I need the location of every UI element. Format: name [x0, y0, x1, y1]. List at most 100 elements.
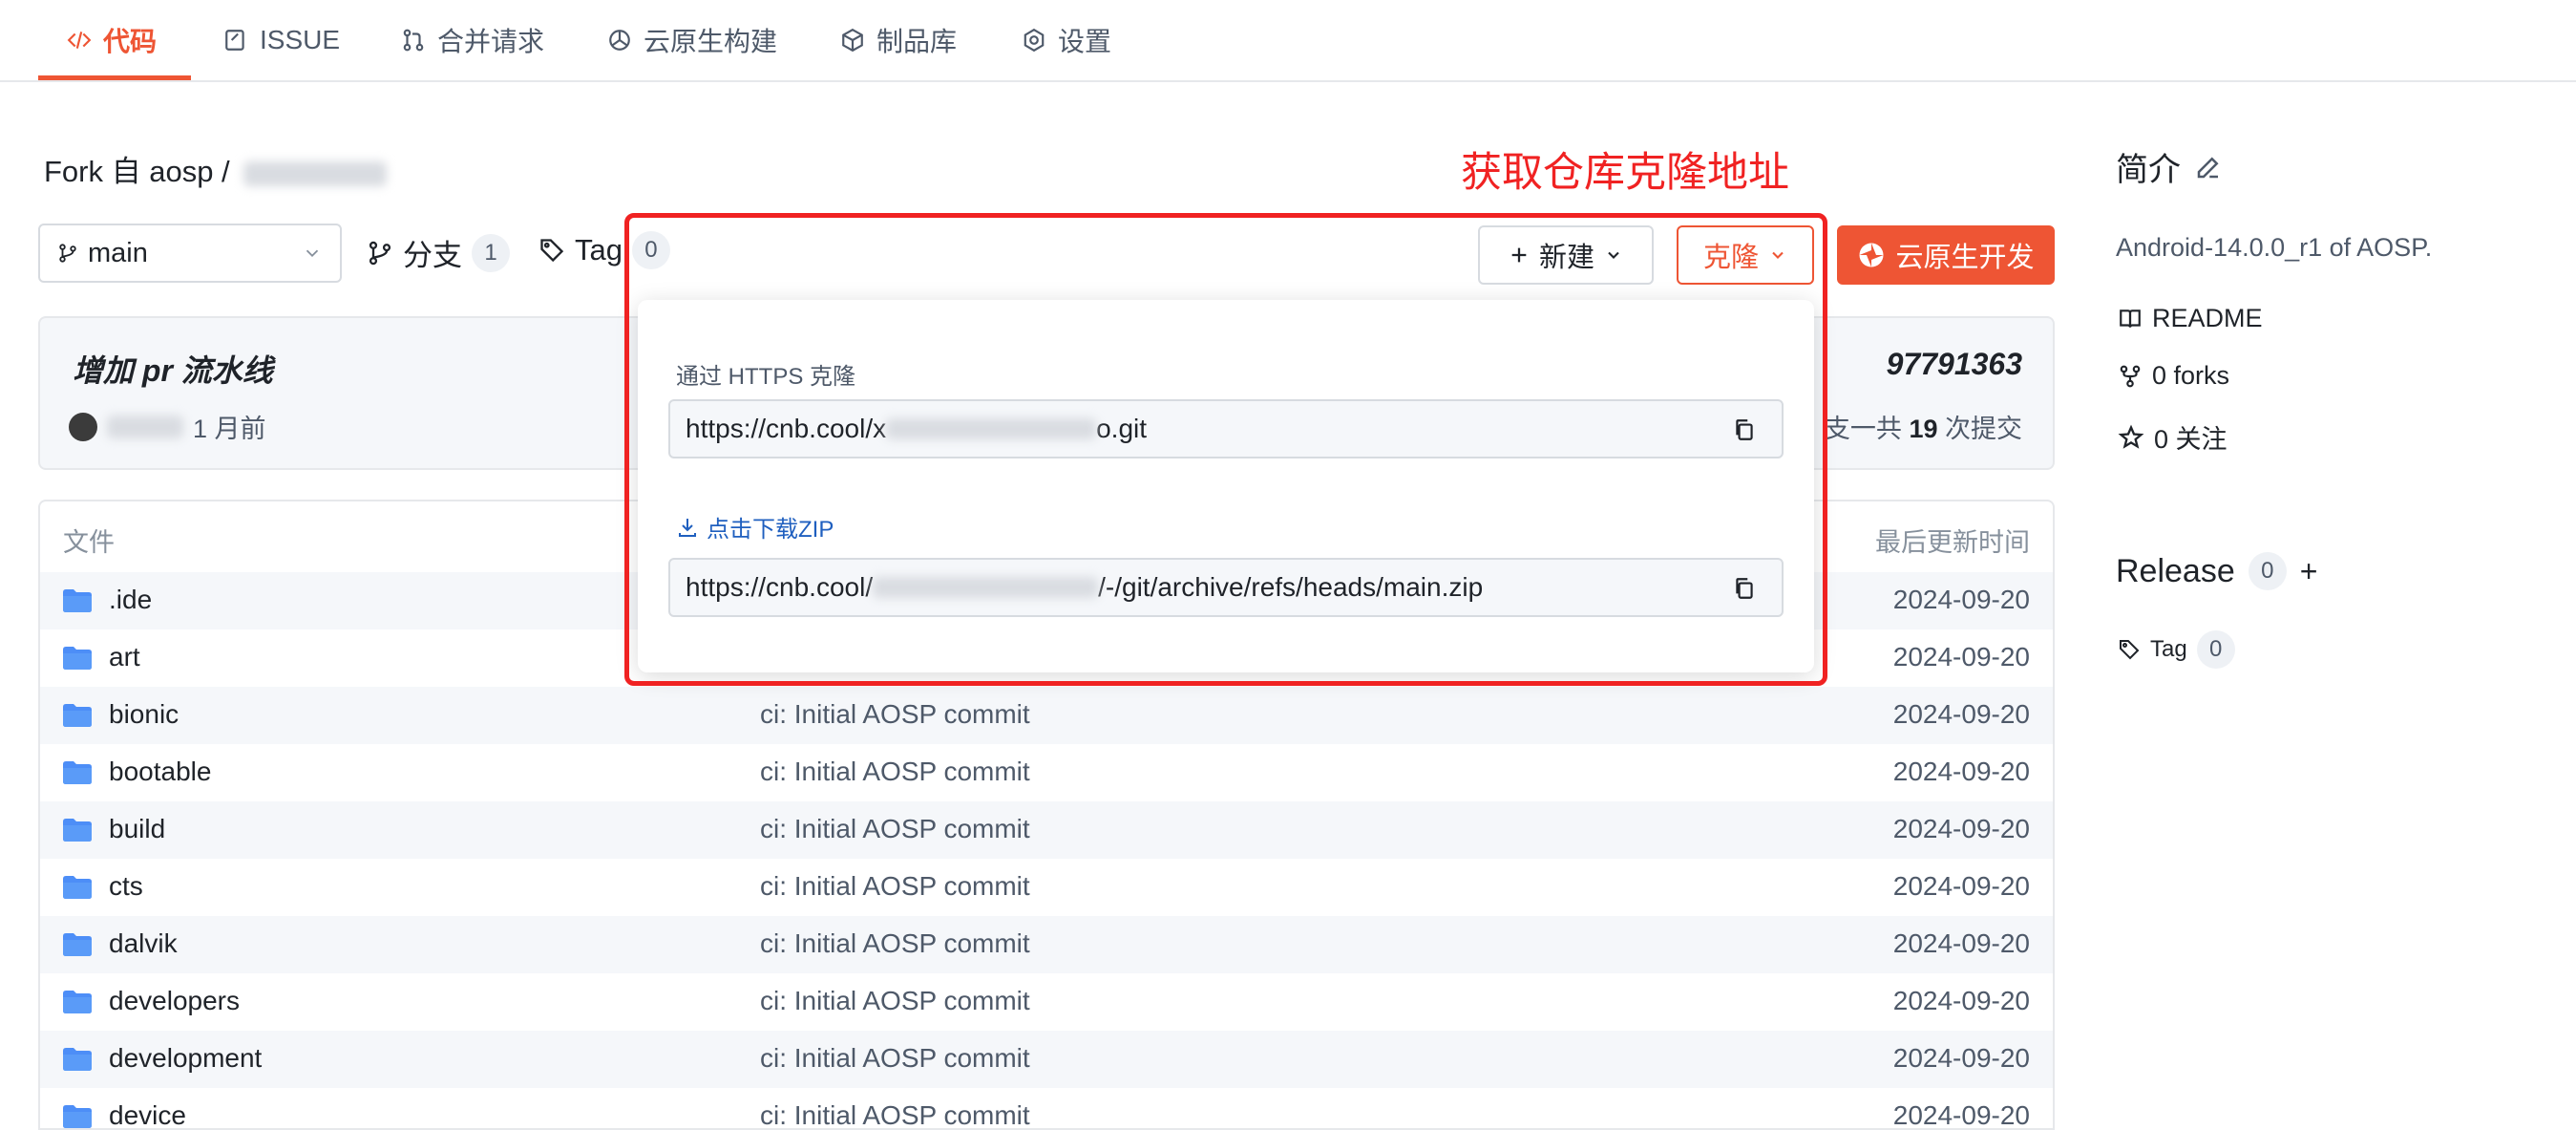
fork-prefix: Fork 自 aosp /: [44, 155, 230, 188]
file-name[interactable]: developers: [109, 986, 240, 1016]
file-name[interactable]: bionic: [109, 699, 179, 730]
cloud-dev-icon: [1859, 243, 1884, 267]
commit-message[interactable]: ci: Initial AOSP commit: [760, 871, 1030, 902]
redacted-repo-name: [243, 160, 388, 186]
folder-icon: [63, 1105, 92, 1128]
release-heading: Release 0 +: [2116, 552, 2317, 590]
tags-count: 0: [631, 231, 670, 269]
column-header-time: 最后更新时间: [1875, 528, 2030, 557]
file-name[interactable]: .ide: [109, 585, 152, 615]
table-row[interactable]: bootable ci: Initial AOSP commit 2024-09-2…: [40, 744, 2053, 801]
repo-tab-bar: 代码 ISSUE 合并请求 云原生构建 制品库 设置: [0, 0, 2576, 82]
download-zip-label: 点击下载ZIP: [707, 517, 834, 543]
https-clone-label: 通过 HTTPS 克隆: [676, 364, 856, 390]
file-name[interactable]: development: [109, 1043, 262, 1074]
tags-sidebar-link[interactable]: Tag 0: [2118, 630, 2235, 669]
branches-label: 分支: [403, 239, 462, 272]
commit-count[interactable]: 支一共 19 次提交: [1825, 408, 2022, 445]
tab-code[interactable]: 代码: [67, 0, 157, 80]
file-name[interactable]: art: [109, 642, 140, 672]
forks-label: 0 forks: [2152, 361, 2230, 390]
commit-message[interactable]: ci: Initial AOSP commit: [760, 757, 1030, 787]
column-header-name: 文件: [63, 528, 115, 557]
new-button[interactable]: 新建: [1478, 225, 1654, 285]
commit-message[interactable]: ci: Initial AOSP commit: [760, 928, 1030, 959]
tab-label: 云原生构建: [644, 27, 778, 56]
commit-count-number: 19: [1909, 415, 1938, 443]
https-url-field[interactable]: https://cnb.cool/x o.git: [668, 399, 1784, 458]
tags-label: Tag: [575, 233, 623, 267]
zip-url-field[interactable]: https://cnb.cool/ /-/git/archive/refs/he…: [668, 558, 1784, 617]
tab-label: 制品库: [876, 27, 958, 56]
commit-hash[interactable]: 97791363: [1887, 347, 2022, 382]
commit-message[interactable]: ci: Initial AOSP commit: [760, 699, 1030, 730]
table-row[interactable]: build ci: Initial AOSP commit 2024-09-20: [40, 801, 2053, 859]
commit-count-suffix: 次提交: [1945, 415, 2022, 443]
watch-label: 0 关注: [2154, 425, 2228, 454]
table-row[interactable]: cts ci: Initial AOSP commit 2024-09-20: [40, 859, 2053, 916]
tab-label: 设置: [1058, 27, 1112, 56]
tab-issue[interactable]: ISSUE: [223, 0, 340, 80]
updated-time: 2024-09-20: [1892, 642, 2030, 672]
tab-label: 代码: [103, 27, 158, 56]
zip-url-end: /-/git/archive/refs/heads/main.zip: [1098, 572, 1484, 602]
copy-icon[interactable]: [1732, 575, 1757, 602]
readme-label: README: [2152, 304, 2263, 332]
updated-time: 2024-09-20: [1892, 585, 2030, 614]
branch-select[interactable]: main: [38, 224, 342, 283]
table-row[interactable]: developers ci: Initial AOSP commit 2024-09…: [40, 973, 2053, 1031]
file-name[interactable]: dalvik: [109, 928, 178, 959]
issue-icon: [225, 30, 244, 51]
file-name[interactable]: bootable: [109, 757, 211, 787]
commit-message[interactable]: ci: Initial AOSP commit: [760, 814, 1030, 844]
merge-request-icon: [403, 29, 424, 52]
repo-path: Fork 自 aosp /: [44, 147, 388, 190]
commit-message[interactable]: 增加 pr 流水线: [73, 347, 273, 391]
settings-icon: [1024, 28, 1045, 53]
tag-icon: [540, 239, 564, 263]
tab-label: 合并请求: [437, 27, 545, 56]
fork-icon: [2120, 365, 2141, 387]
tag-icon: [2120, 640, 2140, 660]
tab-cloud-build[interactable]: 云原生构建: [607, 0, 777, 80]
book-icon: [2120, 309, 2141, 328]
file-name[interactable]: device: [109, 1100, 186, 1128]
table-row[interactable]: device ci: Initial AOSP commit 2024-09-20: [40, 1088, 2053, 1128]
commit-message[interactable]: ci: Initial AOSP commit: [760, 986, 1030, 1016]
commit-message[interactable]: ci: Initial AOSP commit: [760, 1043, 1030, 1074]
table-row[interactable]: dalvik ci: Initial AOSP commit 2024-09-20: [40, 916, 2053, 973]
commit-message[interactable]: ci: Initial AOSP commit: [760, 1100, 1030, 1128]
clone-button[interactable]: 克隆: [1677, 225, 1814, 285]
tags-link[interactable]: Tag 0: [538, 231, 670, 269]
folder-icon: [63, 761, 92, 784]
file-name[interactable]: build: [109, 814, 165, 844]
tab-packages[interactable]: 制品库: [840, 0, 957, 80]
copy-icon[interactable]: [1732, 416, 1757, 443]
package-icon: [842, 28, 863, 53]
edit-icon[interactable]: [2194, 153, 2223, 181]
readme-link[interactable]: README: [2118, 304, 2263, 333]
intro-title: 简介: [2116, 152, 2181, 188]
repo-description: Android-14.0.0_r1 of AOSP.: [2116, 233, 2433, 262]
forks-link[interactable]: 0 forks: [2118, 361, 2229, 391]
folder-icon: [63, 876, 92, 899]
redacted-path: [886, 418, 1097, 439]
watch-link[interactable]: 0 关注: [2118, 418, 2228, 456]
table-row[interactable]: bionic ci: Initial AOSP commit 2024-09-20: [40, 687, 2053, 744]
chevron-down-icon: [1772, 251, 1784, 259]
https-url-start: https://cnb.cool/x: [686, 414, 887, 443]
updated-time: 2024-09-20: [1892, 699, 2030, 729]
branches-link[interactable]: 分支 1: [367, 231, 510, 274]
add-release-button[interactable]: +: [2300, 554, 2318, 589]
updated-time: 2024-09-20: [1892, 986, 2030, 1015]
tab-settings[interactable]: 设置: [1022, 0, 1111, 80]
file-name[interactable]: cts: [109, 871, 143, 902]
table-row[interactable]: development ci: Initial AOSP commit 2024-0…: [40, 1031, 2053, 1088]
download-icon: [679, 518, 696, 537]
download-zip-link[interactable]: 点击下载ZIP: [676, 510, 834, 544]
intro-heading: 简介: [2116, 143, 2223, 190]
tab-merge-request[interactable]: 合并请求: [401, 0, 544, 80]
cloud-dev-button[interactable]: 云原生开发: [1837, 225, 2055, 285]
chevron-down-icon: [306, 249, 319, 258]
folder-icon: [63, 647, 92, 670]
